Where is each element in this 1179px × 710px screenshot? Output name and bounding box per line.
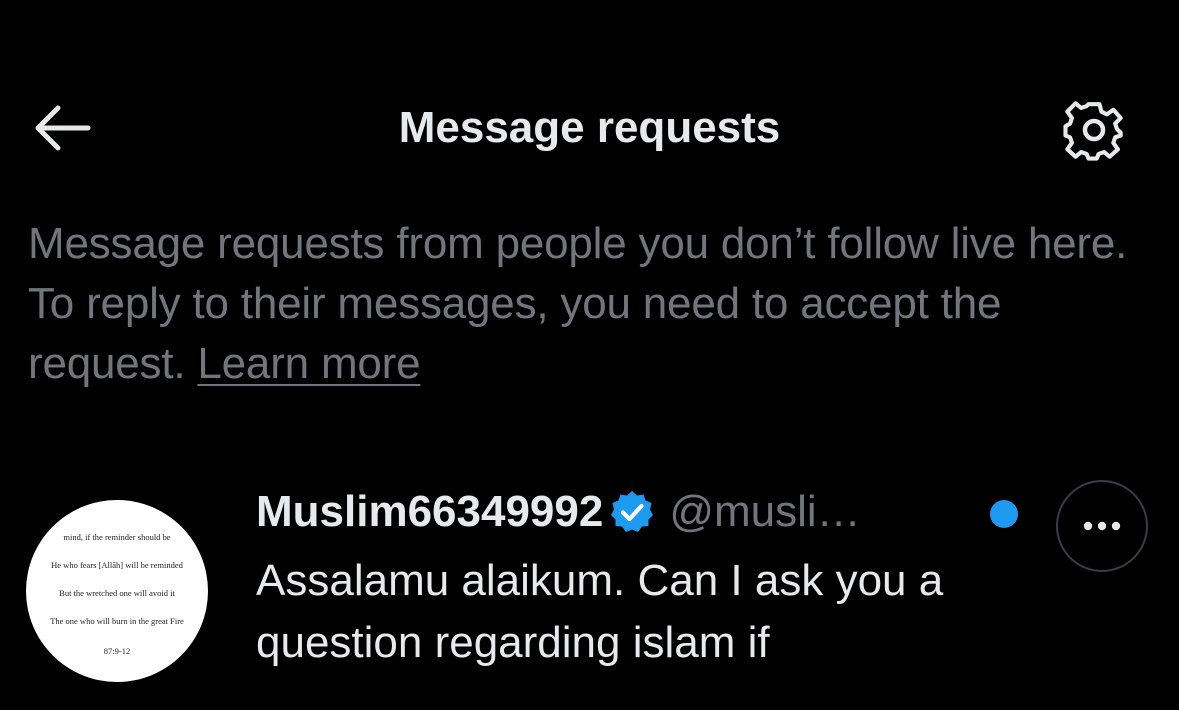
verified-badge-icon xyxy=(611,491,654,532)
more-options-button[interactable] xyxy=(1056,480,1148,572)
gear-icon xyxy=(1063,101,1123,161)
message-preview: Assalamu alaikum. Can I ask you a questi… xyxy=(256,556,944,667)
intro-text-block: Message requests from people you don’t f… xyxy=(28,214,1158,394)
settings-button[interactable] xyxy=(1058,94,1130,166)
page-title: Message requests xyxy=(398,103,781,152)
learn-more-link[interactable]: Learn more xyxy=(197,339,420,388)
avatar-text-line: 87:9-12 xyxy=(103,646,131,656)
avatar-text-line: mind, if the reminder should be xyxy=(63,532,171,542)
more-horizontal-icon xyxy=(1083,521,1121,531)
sender-handle: @musli… xyxy=(669,487,861,536)
unread-indicator xyxy=(990,500,1018,528)
sender-display-name: Muslim66349992 xyxy=(256,487,604,536)
avatar-text-line: The one who will burn in the great Fire xyxy=(50,616,184,626)
top-bar: Message requests xyxy=(0,80,1179,176)
intro-text: Message requests from people you don’t f… xyxy=(28,219,1128,388)
avatar-text-line: He who fears [Allāh] will be reminded xyxy=(51,560,183,570)
sender-name-line: Muslim66349992 @musli… xyxy=(256,480,861,544)
avatar[interactable]: mind, if the reminder should be He who f… xyxy=(26,500,208,682)
avatar-text-line: But the wretched one will avoid it xyxy=(59,588,175,598)
message-request-item[interactable]: mind, if the reminder should be He who f… xyxy=(0,470,1179,710)
